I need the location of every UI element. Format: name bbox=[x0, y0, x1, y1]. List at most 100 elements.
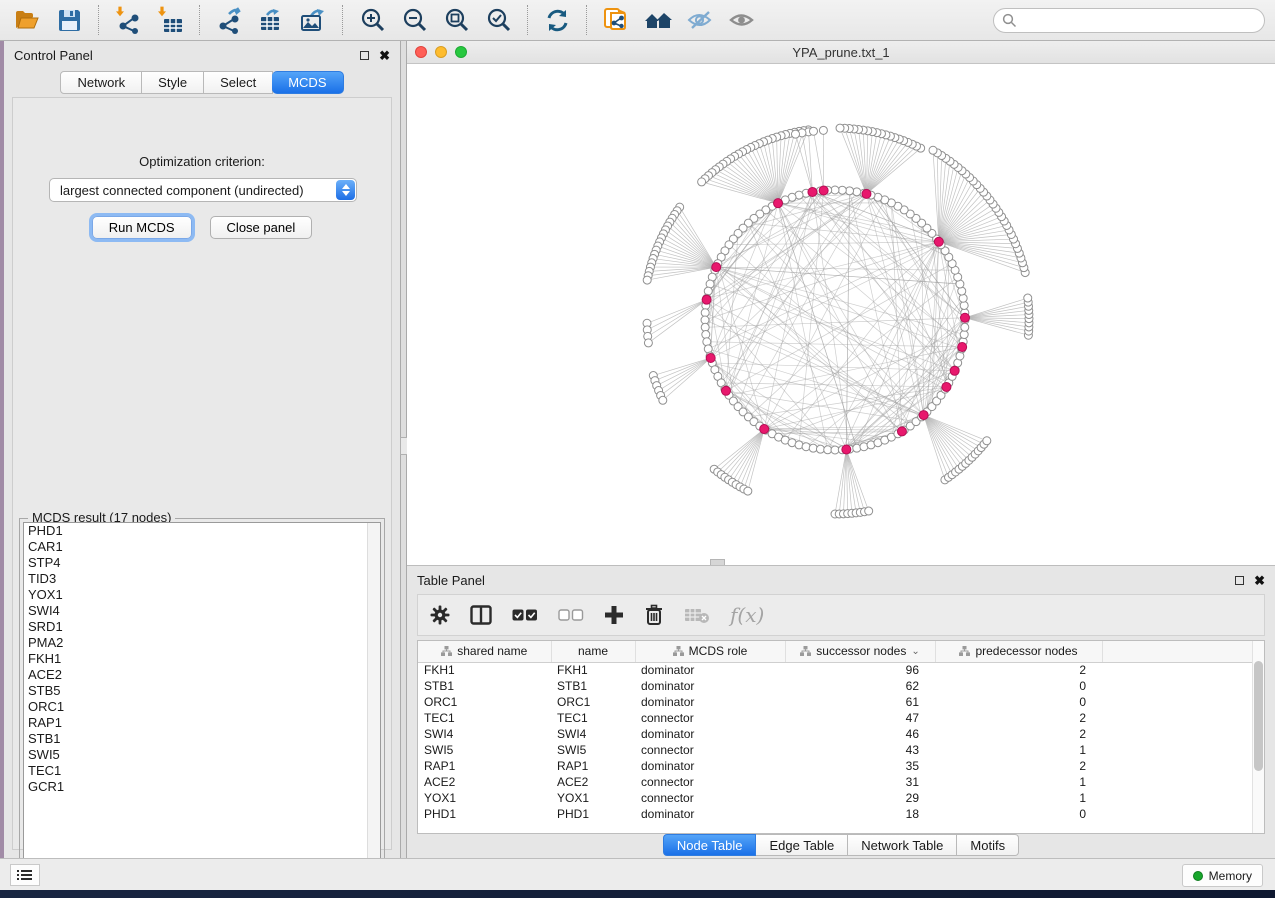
column-header-name[interactable]: name bbox=[551, 641, 635, 662]
show-all-icon[interactable] bbox=[725, 4, 759, 36]
table-cell[interactable]: 46 bbox=[785, 726, 935, 742]
table-row[interactable]: TEC1TEC1connector472 bbox=[418, 710, 1252, 726]
mcds-result-item[interactable]: FKH1 bbox=[24, 651, 380, 667]
table-cell[interactable]: 29 bbox=[785, 790, 935, 806]
zoom-out-icon[interactable] bbox=[397, 4, 431, 36]
table-cell[interactable]: 2 bbox=[935, 758, 1102, 774]
log-console-button[interactable] bbox=[10, 864, 40, 886]
table-cell[interactable]: 1 bbox=[935, 774, 1102, 790]
delete-table-icon[interactable] bbox=[684, 600, 710, 630]
sort-chevron-icon[interactable]: ⌄ bbox=[911, 646, 919, 657]
table-cell[interactable]: PHD1 bbox=[551, 806, 635, 822]
table-cell[interactable]: 2 bbox=[935, 662, 1102, 678]
import-table-icon[interactable] bbox=[153, 4, 187, 36]
table-row[interactable]: YOX1YOX1connector291 bbox=[418, 790, 1252, 806]
mcds-result-item[interactable]: ACE2 bbox=[24, 667, 380, 683]
mcds-result-list[interactable]: PHD1CAR1STP4TID3YOX1SWI4SRD1PMA2FKH1ACE2… bbox=[23, 522, 381, 882]
table-cell[interactable]: dominator bbox=[635, 806, 785, 822]
refresh-icon[interactable] bbox=[540, 4, 574, 36]
float-panel-icon[interactable] bbox=[360, 51, 369, 60]
table-cell[interactable]: 2 bbox=[935, 710, 1102, 726]
table-cell[interactable]: dominator bbox=[635, 726, 785, 742]
mcds-result-item[interactable]: SWI5 bbox=[24, 747, 380, 763]
function-builder-icon[interactable]: f(x) bbox=[730, 600, 764, 630]
export-table-icon[interactable] bbox=[254, 4, 288, 36]
tab-select[interactable]: Select bbox=[204, 71, 273, 94]
table-scrollbar[interactable] bbox=[1252, 641, 1264, 833]
table-cell[interactable]: TEC1 bbox=[418, 710, 551, 726]
table-cell[interactable]: connector bbox=[635, 774, 785, 790]
network-canvas[interactable] bbox=[407, 64, 1275, 564]
table-cell[interactable]: 0 bbox=[935, 694, 1102, 710]
delete-columns-icon[interactable] bbox=[644, 600, 664, 630]
table-cell[interactable]: SWI4 bbox=[418, 726, 551, 742]
table-cell[interactable]: 18 bbox=[785, 806, 935, 822]
tab-style[interactable]: Style bbox=[142, 71, 204, 94]
close-table-panel-icon[interactable]: ✖ bbox=[1254, 574, 1265, 587]
table-cell[interactable]: ORC1 bbox=[418, 694, 551, 710]
float-table-panel-icon[interactable] bbox=[1235, 576, 1244, 585]
window-minimize-icon[interactable] bbox=[435, 46, 447, 58]
table-cell[interactable]: SWI5 bbox=[551, 742, 635, 758]
table-cell[interactable]: 43 bbox=[785, 742, 935, 758]
import-network-icon[interactable] bbox=[111, 4, 145, 36]
table-cell[interactable]: 61 bbox=[785, 694, 935, 710]
table-cell[interactable]: connector bbox=[635, 742, 785, 758]
mcds-result-item[interactable]: TEC1 bbox=[24, 763, 380, 779]
memory-button[interactable]: Memory bbox=[1182, 864, 1263, 887]
table-cell[interactable]: STB1 bbox=[551, 678, 635, 694]
mcds-result-item[interactable]: PMA2 bbox=[24, 635, 380, 651]
mcds-result-item[interactable]: TID3 bbox=[24, 571, 380, 587]
settings-gear-icon[interactable] bbox=[430, 600, 450, 630]
table-cell[interactable]: 96 bbox=[785, 662, 935, 678]
hide-selected-icon[interactable] bbox=[683, 4, 717, 36]
table-cell[interactable]: dominator bbox=[635, 678, 785, 694]
clone-network-icon[interactable] bbox=[599, 4, 633, 36]
tab-network-table[interactable]: Network Table bbox=[848, 834, 957, 856]
mcds-result-item[interactable]: SRD1 bbox=[24, 619, 380, 635]
column-header-mcds-role[interactable]: MCDS role bbox=[635, 641, 785, 662]
zoom-selected-icon[interactable] bbox=[481, 4, 515, 36]
deselect-all-rows-icon[interactable] bbox=[558, 600, 584, 630]
table-row[interactable]: ORC1ORC1dominator610 bbox=[418, 694, 1252, 710]
mcds-result-item[interactable]: STP4 bbox=[24, 555, 380, 571]
close-panel-icon[interactable]: ✖ bbox=[379, 49, 390, 62]
mcds-result-item[interactable]: YOX1 bbox=[24, 587, 380, 603]
close-panel-button[interactable]: Close panel bbox=[210, 216, 313, 239]
optimization-criterion-select[interactable]: largest connected component (undirected) bbox=[49, 178, 357, 202]
column-header-predecessor-nodes[interactable]: predecessor nodes bbox=[935, 641, 1102, 662]
table-cell[interactable]: 47 bbox=[785, 710, 935, 726]
export-image-icon[interactable] bbox=[296, 4, 330, 36]
list-scrollbar[interactable] bbox=[367, 523, 380, 881]
mcds-result-item[interactable]: PHD1 bbox=[24, 523, 380, 539]
column-header-shared-name[interactable]: shared name bbox=[418, 641, 551, 662]
table-cell[interactable]: RAP1 bbox=[418, 758, 551, 774]
tab-edge-table[interactable]: Edge Table bbox=[756, 834, 848, 856]
table-cell[interactable]: RAP1 bbox=[551, 758, 635, 774]
open-file-icon[interactable] bbox=[10, 4, 44, 36]
table-cell[interactable]: 0 bbox=[935, 678, 1102, 694]
table-cell[interactable]: PHD1 bbox=[418, 806, 551, 822]
export-network-icon[interactable] bbox=[212, 4, 246, 36]
window-zoom-icon[interactable] bbox=[455, 46, 467, 58]
tab-network[interactable]: Network bbox=[60, 71, 142, 94]
tab-motifs[interactable]: Motifs bbox=[957, 834, 1019, 856]
table-cell[interactable]: 1 bbox=[935, 742, 1102, 758]
add-column-icon[interactable] bbox=[604, 600, 624, 630]
table-cell[interactable]: connector bbox=[635, 710, 785, 726]
search-input[interactable] bbox=[993, 8, 1265, 33]
table-row[interactable]: SWI5SWI5connector431 bbox=[418, 742, 1252, 758]
table-cell[interactable]: connector bbox=[635, 790, 785, 806]
zoom-in-icon[interactable] bbox=[355, 4, 389, 36]
table-row[interactable]: PHD1PHD1dominator180 bbox=[418, 806, 1252, 822]
table-row[interactable]: SWI4SWI4dominator462 bbox=[418, 726, 1252, 742]
table-cell[interactable]: SWI4 bbox=[551, 726, 635, 742]
table-cell[interactable]: 31 bbox=[785, 774, 935, 790]
window-close-icon[interactable] bbox=[415, 46, 427, 58]
mcds-result-item[interactable]: STB1 bbox=[24, 731, 380, 747]
table-cell[interactable]: SWI5 bbox=[418, 742, 551, 758]
table-cell[interactable]: ACE2 bbox=[551, 774, 635, 790]
table-row[interactable]: FKH1FKH1dominator962 bbox=[418, 662, 1252, 678]
vertical-splitter[interactable] bbox=[400, 41, 407, 858]
zoom-fit-icon[interactable] bbox=[439, 4, 473, 36]
